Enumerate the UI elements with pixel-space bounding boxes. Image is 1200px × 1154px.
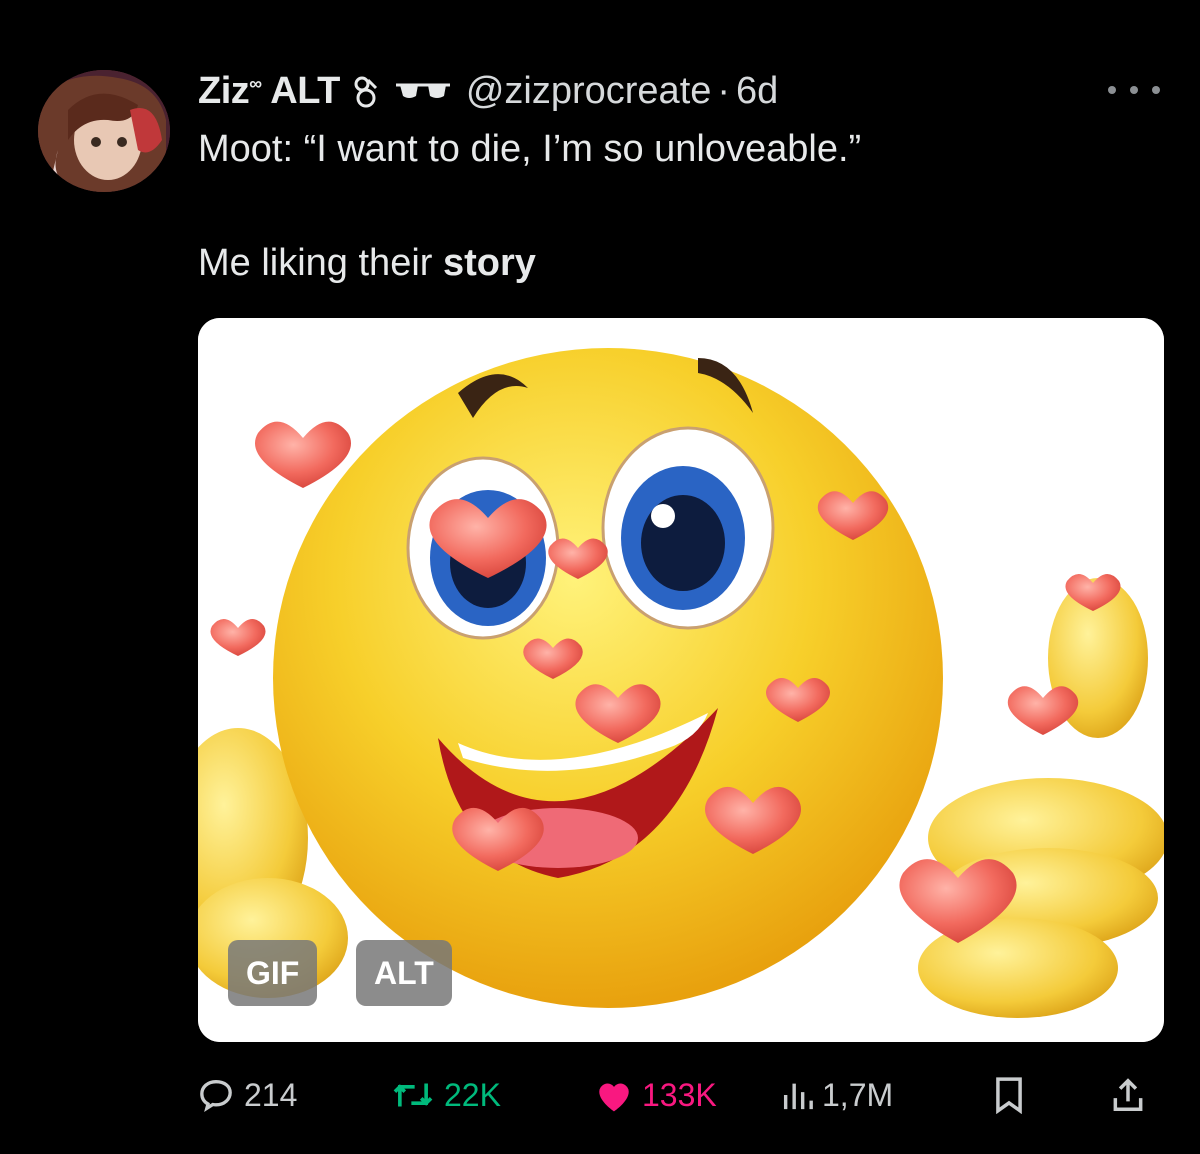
smiley-hearts-image [198, 318, 1164, 1042]
share-icon [1113, 1078, 1143, 1111]
share-button[interactable] [1110, 1070, 1154, 1120]
sunglasses-icon [394, 80, 452, 102]
like-button[interactable]: 133K [594, 1070, 717, 1120]
tweet-text-line2: Me liking their story [198, 242, 536, 285]
reply-count: 214 [244, 1076, 298, 1113]
bookmark-icon [996, 1077, 1022, 1114]
repost-icon [393, 1083, 433, 1107]
display-name[interactable]: Ziz∞ ALT [198, 70, 340, 113]
reply-button[interactable]: 214 [196, 1070, 297, 1120]
alt-badge[interactable]: ALT [356, 940, 452, 1006]
display-name-text: Ziz [198, 69, 250, 112]
like-count: 133K [642, 1076, 717, 1113]
infinity-sup-icon: ∞ [249, 72, 262, 93]
like-icon [599, 1083, 629, 1112]
more-icon[interactable] [1108, 76, 1160, 104]
tweet-text-prefix: Me liking their [198, 242, 443, 284]
bookmark-button[interactable] [992, 1070, 1034, 1120]
avatar[interactable] [38, 70, 170, 192]
repost-button[interactable]: 22K [390, 1070, 501, 1120]
views-icon [783, 1083, 813, 1110]
display-name-suffix: ALT [270, 69, 340, 112]
timestamp[interactable]: 6d [736, 70, 778, 113]
tweet-text-line1: Moot: “I want to die, I’m so unloveable.… [198, 128, 862, 170]
reply-icon [200, 1079, 232, 1113]
avatar-image [38, 70, 170, 192]
tweet-header: Ziz∞ ALT @zizprocreate · 6d [198, 66, 778, 116]
gif-media[interactable]: GIF ALT [198, 318, 1164, 1042]
repost-count: 22K [444, 1076, 501, 1113]
action-bar: 214 22K 133K 1,7M [196, 1070, 1166, 1120]
tweet-text-bold: story [442, 242, 536, 284]
views-count: 1,7M [822, 1076, 894, 1113]
gif-badge: GIF [228, 940, 318, 1006]
handle[interactable]: @zizprocreate [466, 70, 712, 113]
ampersand-badge-icon [352, 74, 380, 108]
separator-dot: · [717, 69, 731, 112]
views-button[interactable]: 1,7M [780, 1070, 893, 1120]
